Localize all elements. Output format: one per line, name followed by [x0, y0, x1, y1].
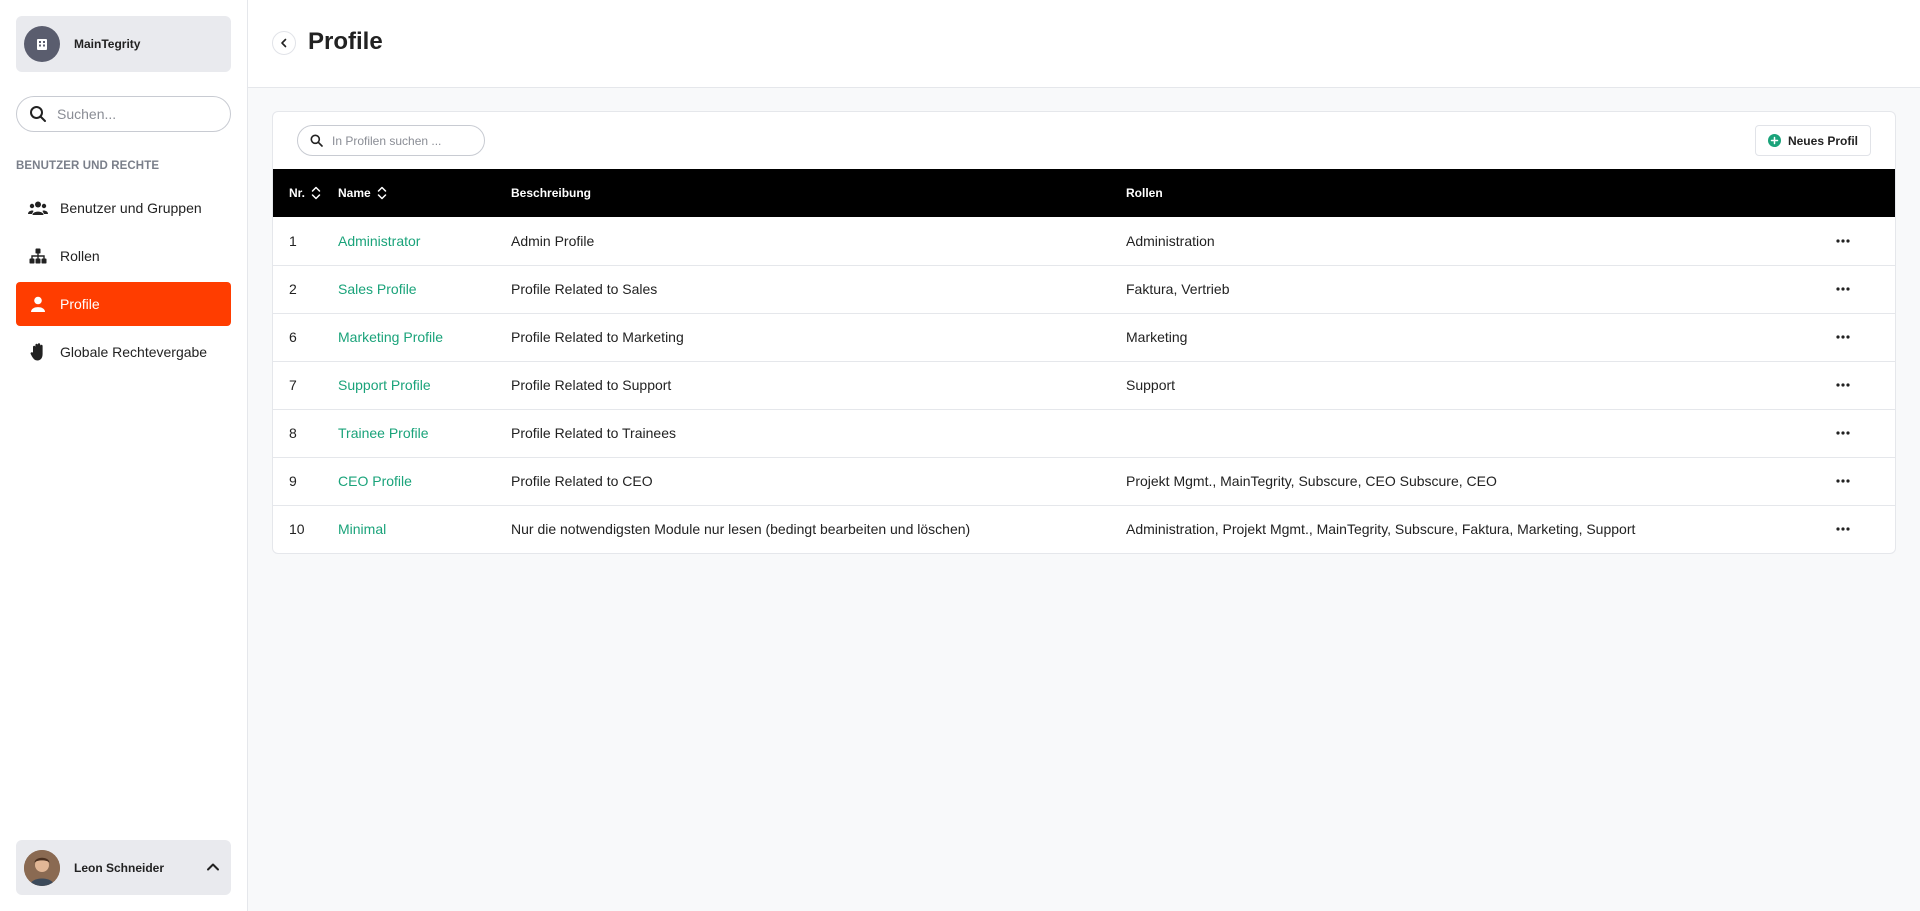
cell-description: Nur die notwendigsten Module nur lesen (… — [511, 521, 971, 538]
more-options-icon[interactable] — [1831, 229, 1855, 253]
sidebar-nav: Benutzer und Gruppen Rollen Profile Glob… — [16, 186, 231, 378]
table-row: 8 Trainee Profile Profile Related to Tra… — [273, 409, 1895, 457]
cell-nr: 7 — [289, 377, 297, 393]
column-header-name[interactable]: Name — [338, 169, 511, 217]
sidebar-item-label: Benutzer und Gruppen — [60, 200, 202, 216]
profile-name-link[interactable]: Marketing Profile — [338, 329, 443, 345]
sidebar-item-profile[interactable]: Profile — [16, 282, 231, 326]
hierarchy-icon — [28, 246, 48, 266]
cell-roles: Marketing — [1126, 329, 1188, 345]
profile-name-link[interactable]: Administrator — [338, 233, 420, 249]
cell-nr: 10 — [289, 521, 305, 538]
user-menu[interactable]: Leon Schneider — [16, 840, 231, 895]
cell-roles: Administration, Projekt Mgmt., MainTegri… — [1126, 521, 1636, 538]
column-header-actions — [1826, 169, 1895, 217]
cell-description: Profile Related to Sales — [511, 281, 658, 297]
profile-name-link[interactable]: Minimal — [338, 521, 386, 537]
org-switcher[interactable]: MainTegrity — [16, 16, 231, 72]
profiles-card: Neues Profil Nr. Name Beschreibung — [272, 111, 1896, 554]
cell-nr: 9 — [289, 473, 297, 489]
cell-nr: 2 — [289, 281, 297, 297]
new-profile-button[interactable]: Neues Profil — [1754, 125, 1871, 156]
sidebar-item-label: Rollen — [60, 248, 100, 264]
profile-name-link[interactable]: Sales Profile — [338, 281, 417, 297]
person-icon — [28, 294, 48, 314]
cell-description: Profile Related to Trainees — [511, 425, 676, 441]
more-options-icon[interactable] — [1831, 469, 1855, 493]
profiles-table: Nr. Name Beschreibung Rollen 1 Administr… — [273, 169, 1895, 553]
column-header-roles: Rollen — [1126, 186, 1163, 200]
table-row: 2 Sales Profile Profile Related to Sales… — [273, 265, 1895, 313]
column-header-nr[interactable]: Nr. — [273, 169, 338, 217]
chevron-left-icon — [281, 38, 287, 48]
sidebar-item-rollen[interactable]: Rollen — [16, 234, 231, 278]
sort-icon — [311, 186, 321, 200]
cell-roles: Support — [1126, 377, 1176, 393]
building-icon — [24, 26, 60, 62]
column-label: Name — [338, 186, 371, 200]
more-options-icon[interactable] — [1831, 325, 1855, 349]
table-header-row: Nr. Name Beschreibung Rollen — [273, 169, 1895, 217]
profile-name-link[interactable]: Support Profile — [338, 377, 431, 393]
cell-roles: Projekt Mgmt., MainTegrity, Subscure, CE… — [1126, 473, 1497, 489]
table-row: 7 Support Profile Profile Related to Sup… — [273, 361, 1895, 409]
sidebar-item-globale-rechtevergabe[interactable]: Globale Rechtevergabe — [16, 330, 231, 374]
section-title: BENUTZER UND RECHTE — [16, 160, 160, 172]
user-name: Leon Schneider — [74, 860, 165, 875]
sidebar-search — [16, 96, 231, 132]
cell-description: Profile Related to Marketing — [511, 329, 684, 345]
search-icon — [310, 134, 324, 148]
more-options-icon[interactable] — [1831, 277, 1855, 301]
users-icon — [28, 198, 48, 218]
cell-roles: Administration — [1126, 232, 1215, 249]
profile-search — [297, 125, 485, 156]
sidebar-item-benutzer-und-gruppen[interactable]: Benutzer und Gruppen — [16, 186, 231, 230]
back-button[interactable] — [272, 31, 296, 55]
cell-nr: 1 — [289, 232, 297, 249]
table-row: 10 Minimal Nur die notwendigsten Module … — [273, 505, 1895, 553]
cell-description: Admin Profile — [511, 232, 595, 249]
profile-search-input[interactable] — [332, 133, 482, 148]
more-options-icon[interactable] — [1831, 421, 1855, 445]
column-header-description: Beschreibung — [511, 186, 592, 200]
sort-icon — [377, 186, 387, 200]
cell-nr: 8 — [289, 425, 297, 441]
cell-roles — [1126, 409, 1826, 457]
sidebar: MainTegrity BENUTZER UND RECHTE Benutzer… — [0, 0, 248, 911]
sidebar-item-label: Profile — [60, 296, 100, 312]
table-row: 6 Marketing Profile Profile Related to M… — [273, 313, 1895, 361]
sidebar-search-input[interactable] — [57, 106, 207, 122]
sidebar-item-label: Globale Rechtevergabe — [60, 344, 208, 360]
cell-description: Profile Related to Support — [511, 377, 672, 393]
org-name: MainTegrity — [74, 37, 141, 51]
page-title: Profile — [308, 28, 383, 55]
table-row: 1 Administrator Admin Profile Administra… — [273, 217, 1895, 265]
chevron-up-icon[interactable] — [203, 857, 223, 877]
profile-name-link[interactable]: Trainee Profile — [338, 425, 429, 441]
table-row: 9 CEO Profile Profile Related to CEO Pro… — [273, 457, 1895, 505]
new-profile-label: Neues Profil — [1787, 133, 1858, 148]
cell-roles: Faktura, Vertrieb — [1126, 281, 1230, 297]
more-options-icon[interactable] — [1831, 373, 1855, 397]
column-label: Nr. — [289, 186, 306, 200]
search-icon — [29, 105, 47, 123]
page-header: Profile — [248, 0, 1920, 88]
avatar — [24, 849, 60, 886]
hand-icon — [28, 342, 48, 362]
cell-nr: 6 — [289, 329, 297, 345]
cell-description: Profile Related to CEO — [511, 473, 653, 489]
plus-circle-icon — [1767, 134, 1781, 147]
more-options-icon[interactable] — [1831, 517, 1855, 541]
profile-name-link[interactable]: CEO Profile — [338, 473, 412, 489]
